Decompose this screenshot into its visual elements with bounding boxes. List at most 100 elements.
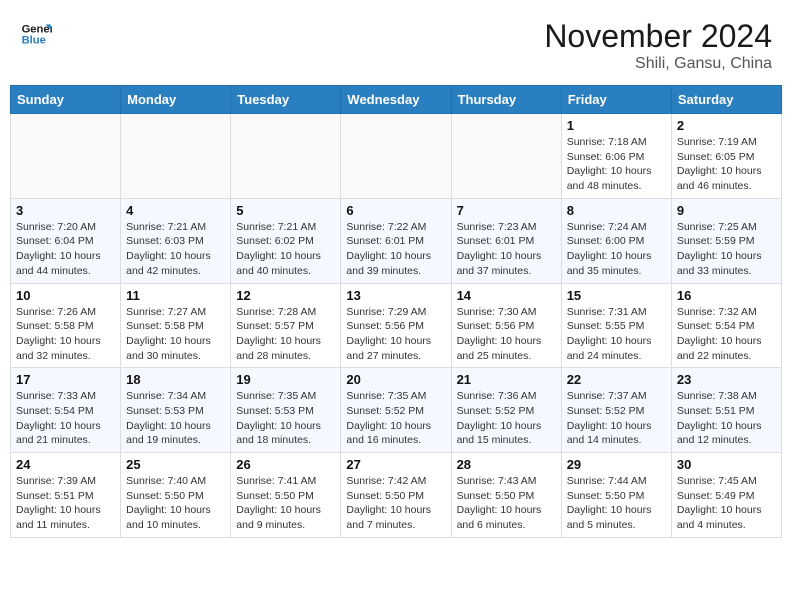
day-cell: 23 Sunrise: 7:38 AM Sunset: 5:51 PM Dayli… [671,368,781,453]
month-title: November 2024 [544,18,772,55]
day-number: 7 [457,203,556,218]
week-row-5: 24 Sunrise: 7:39 AM Sunset: 5:51 PM Dayli… [11,453,782,538]
day-cell: 2 Sunrise: 7:19 AM Sunset: 6:05 PM Daylig… [671,114,781,199]
day-cell [341,114,451,199]
day-number: 10 [16,288,115,303]
day-cell: 19 Sunrise: 7:35 AM Sunset: 5:53 PM Dayli… [231,368,341,453]
day-number: 9 [677,203,776,218]
weekday-header-thursday: Thursday [451,86,561,114]
day-number: 23 [677,372,776,387]
day-info: Sunrise: 7:35 AM Sunset: 5:52 PM Dayligh… [346,389,445,448]
day-cell: 30 Sunrise: 7:45 AM Sunset: 5:49 PM Dayli… [671,453,781,538]
day-number: 19 [236,372,335,387]
day-cell: 13 Sunrise: 7:29 AM Sunset: 5:56 PM Dayli… [341,283,451,368]
day-cell: 6 Sunrise: 7:22 AM Sunset: 6:01 PM Daylig… [341,198,451,283]
weekday-header-tuesday: Tuesday [231,86,341,114]
day-cell: 1Sunrise: 7:18 AM Sunset: 6:06 PM Daylig… [561,114,671,199]
day-number: 2 [677,118,776,133]
calendar-table: SundayMondayTuesdayWednesdayThursdayFrid… [10,85,782,538]
day-info: Sunrise: 7:32 AM Sunset: 5:54 PM Dayligh… [677,305,776,364]
weekday-header-friday: Friday [561,86,671,114]
day-number: 16 [677,288,776,303]
day-cell: 24 Sunrise: 7:39 AM Sunset: 5:51 PM Dayli… [11,453,121,538]
day-number: 22 [567,372,666,387]
day-info: Sunrise: 7:24 AM Sunset: 6:00 PM Dayligh… [567,220,666,279]
week-row-4: 17Sunrise: 7:33 AM Sunset: 5:54 PM Dayli… [11,368,782,453]
weekday-header-sunday: Sunday [11,86,121,114]
day-number: 11 [126,288,225,303]
day-number: 28 [457,457,556,472]
day-number: 18 [126,372,225,387]
day-info: Sunrise: 7:22 AM Sunset: 6:01 PM Dayligh… [346,220,445,279]
week-row-1: 1Sunrise: 7:18 AM Sunset: 6:06 PM Daylig… [11,114,782,199]
day-number: 14 [457,288,556,303]
day-info: Sunrise: 7:45 AM Sunset: 5:49 PM Dayligh… [677,474,776,533]
weekday-header-monday: Monday [121,86,231,114]
day-number: 26 [236,457,335,472]
day-info: Sunrise: 7:27 AM Sunset: 5:58 PM Dayligh… [126,305,225,364]
day-cell: 14 Sunrise: 7:30 AM Sunset: 5:56 PM Dayli… [451,283,561,368]
day-cell: 10 Sunrise: 7:26 AM Sunset: 5:58 PM Dayli… [11,283,121,368]
day-cell: 29 Sunrise: 7:44 AM Sunset: 5:50 PM Dayli… [561,453,671,538]
day-number: 29 [567,457,666,472]
page-header: General Blue November 2024 Shili, Gansu,… [10,10,782,85]
day-cell: 27 Sunrise: 7:42 AM Sunset: 5:50 PM Dayli… [341,453,451,538]
day-cell: 8 Sunrise: 7:24 AM Sunset: 6:00 PM Daylig… [561,198,671,283]
day-info: Sunrise: 7:21 AM Sunset: 6:03 PM Dayligh… [126,220,225,279]
day-info: Sunrise: 7:21 AM Sunset: 6:02 PM Dayligh… [236,220,335,279]
day-info: Sunrise: 7:39 AM Sunset: 5:51 PM Dayligh… [16,474,115,533]
day-info: Sunrise: 7:35 AM Sunset: 5:53 PM Dayligh… [236,389,335,448]
day-cell: 16 Sunrise: 7:32 AM Sunset: 5:54 PM Dayli… [671,283,781,368]
day-number: 27 [346,457,445,472]
day-number: 1 [567,118,666,133]
day-number: 25 [126,457,225,472]
day-info: Sunrise: 7:34 AM Sunset: 5:53 PM Dayligh… [126,389,225,448]
day-info: Sunrise: 7:36 AM Sunset: 5:52 PM Dayligh… [457,389,556,448]
day-number: 3 [16,203,115,218]
day-cell: 26Sunrise: 7:41 AM Sunset: 5:50 PM Dayli… [231,453,341,538]
day-info: Sunrise: 7:19 AM Sunset: 6:05 PM Dayligh… [677,135,776,194]
day-cell [451,114,561,199]
logo-icon: General Blue [20,18,52,50]
day-number: 24 [16,457,115,472]
location: Shili, Gansu, China [544,55,772,73]
day-info: Sunrise: 7:30 AM Sunset: 5:56 PM Dayligh… [457,305,556,364]
day-info: Sunrise: 7:23 AM Sunset: 6:01 PM Dayligh… [457,220,556,279]
day-cell: 5 Sunrise: 7:21 AM Sunset: 6:02 PM Daylig… [231,198,341,283]
day-cell: 9 Sunrise: 7:25 AM Sunset: 5:59 PM Daylig… [671,198,781,283]
day-number: 13 [346,288,445,303]
day-info: Sunrise: 7:33 AM Sunset: 5:54 PM Dayligh… [16,389,115,448]
day-info: Sunrise: 7:29 AM Sunset: 5:56 PM Dayligh… [346,305,445,364]
day-info: Sunrise: 7:44 AM Sunset: 5:50 PM Dayligh… [567,474,666,533]
day-cell: 12Sunrise: 7:28 AM Sunset: 5:57 PM Dayli… [231,283,341,368]
weekday-header-saturday: Saturday [671,86,781,114]
day-cell: 20 Sunrise: 7:35 AM Sunset: 5:52 PM Dayli… [341,368,451,453]
day-info: Sunrise: 7:25 AM Sunset: 5:59 PM Dayligh… [677,220,776,279]
day-cell: 7 Sunrise: 7:23 AM Sunset: 6:01 PM Daylig… [451,198,561,283]
day-cell [11,114,121,199]
day-info: Sunrise: 7:40 AM Sunset: 5:50 PM Dayligh… [126,474,225,533]
day-cell: 3 Sunrise: 7:20 AM Sunset: 6:04 PM Daylig… [11,198,121,283]
day-number: 20 [346,372,445,387]
day-cell: 11 Sunrise: 7:27 AM Sunset: 5:58 PM Dayli… [121,283,231,368]
day-cell: 25 Sunrise: 7:40 AM Sunset: 5:50 PM Dayli… [121,453,231,538]
day-cell: 18 Sunrise: 7:34 AM Sunset: 5:53 PM Dayli… [121,368,231,453]
day-number: 30 [677,457,776,472]
day-info: Sunrise: 7:20 AM Sunset: 6:04 PM Dayligh… [16,220,115,279]
day-info: Sunrise: 7:42 AM Sunset: 5:50 PM Dayligh… [346,474,445,533]
weekday-header-row: SundayMondayTuesdayWednesdayThursdayFrid… [11,86,782,114]
day-number: 6 [346,203,445,218]
day-number: 15 [567,288,666,303]
day-info: Sunrise: 7:38 AM Sunset: 5:51 PM Dayligh… [677,389,776,448]
svg-text:Blue: Blue [22,35,46,47]
day-number: 5 [236,203,335,218]
week-row-3: 10 Sunrise: 7:26 AM Sunset: 5:58 PM Dayli… [11,283,782,368]
day-cell [121,114,231,199]
day-number: 8 [567,203,666,218]
day-cell: 4Sunrise: 7:21 AM Sunset: 6:03 PM Daylig… [121,198,231,283]
day-info: Sunrise: 7:26 AM Sunset: 5:58 PM Dayligh… [16,305,115,364]
day-cell: 28Sunrise: 7:43 AM Sunset: 5:50 PM Dayli… [451,453,561,538]
day-cell: 17Sunrise: 7:33 AM Sunset: 5:54 PM Dayli… [11,368,121,453]
day-cell: 21Sunrise: 7:36 AM Sunset: 5:52 PM Dayli… [451,368,561,453]
weekday-header-wednesday: Wednesday [341,86,451,114]
